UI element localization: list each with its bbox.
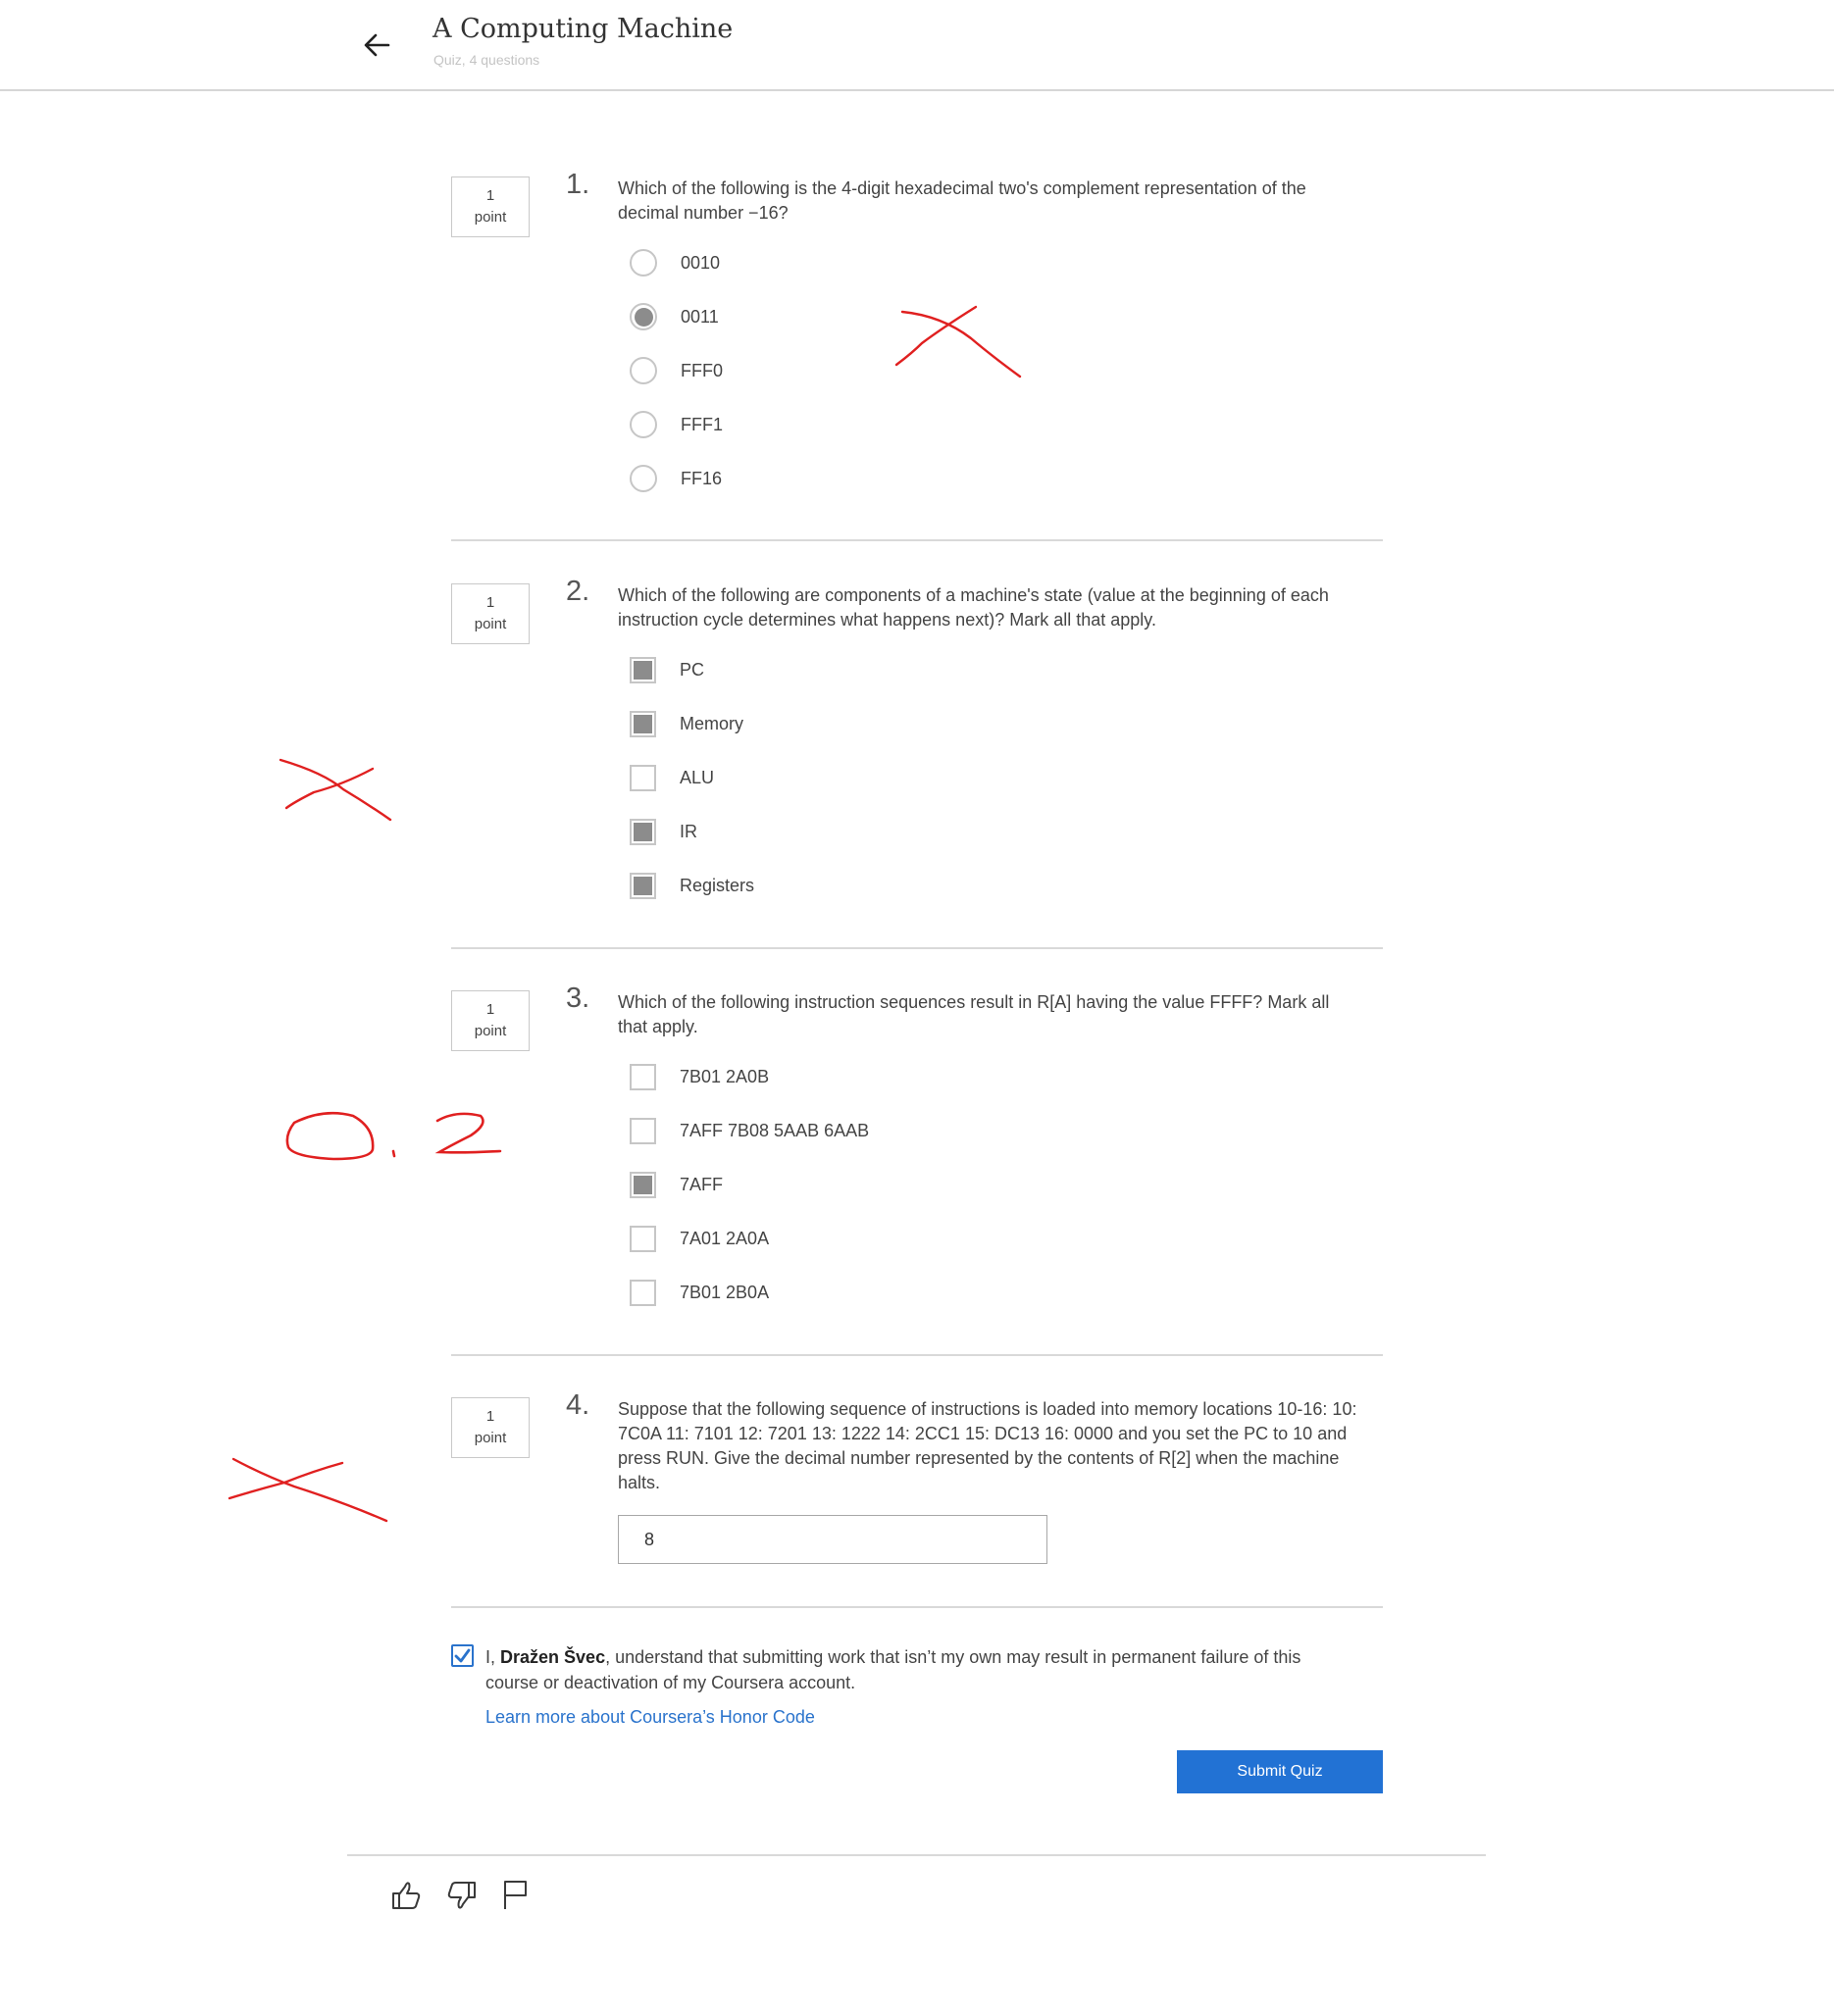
option-label: 0011 [681,306,719,327]
checkbox-option[interactable]: Memory [630,707,743,740]
checkbox-option[interactable]: 7B01 2B0A [630,1276,769,1309]
footer-divider [347,1854,1486,1856]
option-label: FFF1 [681,414,723,434]
question-3: 1 point 3. Which of the following instru… [451,983,1383,1324]
question-divider [451,1606,1383,1608]
checkbox-checked[interactable] [630,710,656,737]
option-label: 7B01 2B0A [680,1282,770,1302]
red-cross-mark-q2 [279,758,392,822]
question-number: 4. [566,1389,590,1421]
honor-prefix: I, [485,1647,501,1667]
quiz-title: A Computing Machine [433,14,734,44]
question-text: Which of the following are components of… [618,585,1329,630]
checkbox-checked[interactable] [630,1171,656,1198]
radio-option[interactable]: FFF0 [630,354,723,387]
point-number: 1 [485,1408,495,1425]
back-arrow-icon [364,33,390,57]
point-value-box: 1 point [451,176,530,237]
honor-code-checkbox[interactable] [451,1644,474,1667]
question-number: 2. [566,576,590,607]
checkbox-option[interactable]: Registers [630,869,754,902]
red-cross-mark-q4 [228,1457,388,1523]
thumbs-up-icon[interactable] [388,1878,424,1913]
checkbox-option[interactable]: 7B01 2A0B [630,1060,769,1093]
option-label: ALU [680,767,715,787]
checkbox-option[interactable]: ALU [630,761,714,794]
quiz-header: A Computing Machine Quiz, 4 questions [0,0,1834,91]
checkbox-checked[interactable] [630,656,656,683]
checkbox[interactable] [630,1279,656,1306]
checkbox-option[interactable]: 7AFF 7B08 5AAB 6AAB [630,1114,869,1147]
checkbox[interactable] [630,764,656,791]
point-unit: point [474,1430,507,1446]
checkbox[interactable] [630,1063,656,1090]
radio-option[interactable]: 0011 [630,300,719,333]
checkbox-checked[interactable] [630,872,656,899]
radio-option[interactable]: FF16 [630,462,722,495]
radio-option[interactable]: 0010 [630,246,720,279]
question-number: 3. [566,983,590,1014]
checkmark-icon [454,1648,471,1663]
point-value-box: 1 point [451,583,530,644]
point-unit: point [474,616,507,632]
option-label: 7B01 2A0B [680,1066,770,1086]
honor-code-link[interactable]: Learn more about Coursera’s Honor Code [485,1707,815,1728]
point-number: 1 [485,1001,495,1018]
question-1: 1 point 1. Which of the following is the… [451,169,1383,510]
option-label: 7A01 2A0A [680,1228,770,1248]
checkbox-option[interactable]: PC [630,653,704,686]
point-unit: point [474,1023,507,1039]
checkbox-option[interactable]: IR [630,815,697,848]
back-button[interactable] [357,25,396,65]
option-label: 0010 [681,252,721,273]
honor-suffix: , understand that submitting work that i… [485,1647,1301,1692]
quiz-subtitle: Quiz, 4 questions [433,52,540,68]
question-text: Which of the following is the 4-digit he… [618,178,1306,223]
radio-button[interactable] [630,357,657,384]
question-divider [451,1354,1383,1356]
question-divider [451,539,1383,541]
answer-input[interactable] [618,1515,1047,1564]
learner-name: Dražen Švec [500,1647,606,1667]
option-label: IR [680,821,697,841]
submit-quiz-button[interactable]: Submit Quiz [1177,1750,1383,1793]
honor-code-statement: I, Dražen Švec, understand that submitti… [485,1644,1358,1695]
option-label: Registers [680,875,755,895]
radio-button[interactable] [630,249,657,277]
option-label: FFF0 [681,360,723,380]
checkbox-option[interactable]: 7AFF [630,1168,723,1201]
point-unit: point [474,209,507,226]
question-number: 1. [566,169,590,200]
option-label: 7AFF 7B08 5AAB 6AAB [680,1120,870,1140]
checkbox-option[interactable]: 7A01 2A0A [630,1222,769,1255]
question-2: 1 point 2. Which of the following are co… [451,576,1383,917]
flag-icon[interactable] [498,1878,534,1913]
option-label: Memory [680,713,744,733]
question-4: 1 point 4. Suppose that the following se… [451,1389,1383,1564]
question-text: Which of the following instruction seque… [618,992,1330,1036]
point-value-box: 1 point [451,1397,530,1458]
radio-button[interactable] [630,465,657,492]
checkbox[interactable] [630,1117,656,1144]
radio-button[interactable] [630,411,657,438]
radio-option[interactable]: FFF1 [630,408,723,441]
thumbs-down-icon[interactable] [444,1878,480,1913]
question-divider [451,947,1383,949]
radio-button-selected[interactable] [630,303,657,330]
question-text: Suppose that the following sequence of i… [618,1399,1357,1492]
option-label: PC [680,659,705,680]
checkbox-checked[interactable] [630,818,656,845]
option-label: FF16 [681,468,723,488]
point-value-box: 1 point [451,990,530,1051]
checkbox[interactable] [630,1225,656,1252]
option-label: 7AFF [680,1174,724,1194]
point-number: 1 [485,594,495,611]
point-number: 1 [485,187,495,204]
